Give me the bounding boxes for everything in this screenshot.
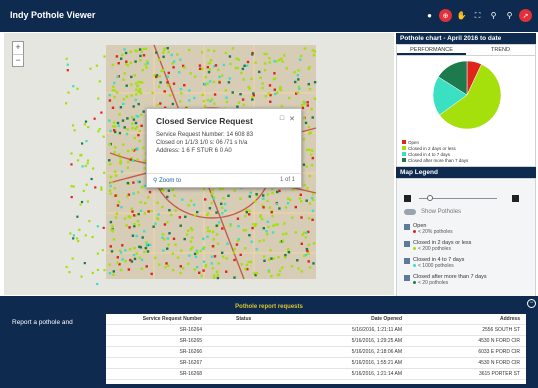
dock-icon[interactable]: □ [280,115,284,123]
light-basemap-icon[interactable] [404,195,411,202]
marker-dot [413,247,416,250]
column-header[interactable]: Status [206,314,286,324]
table-cell: 5/16/2016, 2:18:06 AM [351,349,402,355]
legend-label: Closed in 4 to 7 days [408,151,451,157]
legend-item-sub: < 20 potholes [418,280,449,286]
toolbar: ● ⊕ ✋ ⛶ ⚲ ⚲ ↗ [423,9,532,22]
report-pothole-text[interactable]: Report a pothole and [12,318,90,327]
table-cell: SR-16267 [179,360,202,366]
bottom-panel: − Pothole report requests Report a potho… [0,296,538,388]
table-cell [206,369,286,379]
table-row[interactable]: SR-16266 5/16/2016, 2:18:06 AM 6033 E PO… [106,347,526,358]
feature-popup: Closed Service Request □ ✕ Service Reque… [146,108,302,188]
checkbox[interactable] [404,224,410,230]
legend-label: Closed after more than 7 days [408,157,469,163]
table-row[interactable]: SR-16267 5/16/2016, 1:55:21 AM 4530 N FO… [106,358,526,369]
popup-line: Service Request Number: 14 608 83 [156,132,254,138]
table-row[interactable]: SR-16268 5/16/2016, 1:21:14 AM 3615 PORT… [106,369,526,380]
table-header-row: Service Request Number Status Date Opene… [106,314,526,325]
zoom-to-label: Zoom to [159,178,182,184]
table-cell: 4530 N FORD CIR [478,360,520,366]
legend-item-closed-7-plus-days[interactable]: Closed after more than 7 days < 20 potho… [404,274,531,291]
app-header: Indy Pothole Viewer ● ⊕ ✋ ⛶ ⚲ ⚲ ↗ [0,0,538,32]
table-cell: 5/16/2016, 1:21:14 AM [351,371,402,377]
map-legend: Show Potholes Open < 20% potholes Closed… [396,178,536,306]
marker-dot [413,281,416,284]
popup-line: Closed on 1/1/3 1/0 s: 06 /71 s h/a [156,140,248,146]
legend-item-sub: < 1000 potholes [418,263,454,269]
pie-chart [432,60,502,130]
column-header[interactable]: Address [406,314,526,324]
legend-item-open[interactable]: Open < 20% potholes [404,223,531,240]
hand-icon[interactable]: ✋ [455,9,468,22]
legend-header: Map Legend [396,167,536,178]
checkbox[interactable] [404,275,410,281]
marker-dot [413,230,416,233]
legend-swatch [402,140,406,144]
dark-basemap-icon[interactable] [512,195,519,202]
map-view[interactable]: + − Closed Service Request □ ✕ Service R… [4,33,394,295]
legend-label: Closed in 2 days or less [408,145,456,151]
zoom-in-button[interactable]: + [13,42,23,54]
popup-pager: 1 of 1 [279,177,295,183]
marker-dot [413,264,416,267]
table-cell: 5/16/2016, 1:29:25 AM [351,338,402,344]
table-title: Pothole report requests [235,304,303,310]
table-row[interactable]: SR-16264 5/16/2016, 1:21:11 AM 2556 SOUT… [106,325,526,336]
right-panel: Pothole chart - April 2016 to date PERFO… [396,33,536,306]
table-cell: 5/16/2016, 1:21:11 AM [352,327,402,333]
tab-performance[interactable]: PERFORMANCE [397,45,466,55]
zoom-icon[interactable]: ⚲ [503,9,516,22]
fullscreen-icon[interactable]: ⛶ [471,9,484,22]
table-cell [206,325,286,335]
info-icon[interactable]: ● [423,9,436,22]
checkbox[interactable] [404,258,410,264]
legend-label: Open [408,139,420,145]
table-cell: 5/16/2016, 1:55:21 AM [351,360,402,366]
chart-header: Pothole chart - April 2016 to date [396,33,536,44]
zoom-out-button[interactable]: − [13,54,23,66]
table-cell: 6033 E PORD CIR [478,349,520,355]
slider-handle[interactable] [427,195,433,201]
table-cell: 4530 N FORD CIR [478,338,520,344]
zoom-to-link[interactable]: ⚲ Zoom to [153,177,181,184]
close-icon[interactable]: ✕ [289,115,295,123]
table-cell [206,347,286,357]
table-cell [206,336,286,346]
column-header[interactable]: Service Request Number [106,314,206,324]
locate-icon[interactable]: ⊕ [439,9,452,22]
table-cell: 3615 PORTER ST [478,371,520,377]
table-cell: SR-16266 [179,349,202,355]
legend-swatch [402,158,406,162]
app-title: Indy Pothole Viewer [10,10,96,20]
legend-swatch [402,152,406,156]
chart-box: PERFORMANCE TREND Open Closed in 2 days … [396,44,536,167]
table-row[interactable]: SR-16265 5/16/2016, 1:29:25 AM 4530 N FO… [106,336,526,347]
table-cell: 2556 SOUTH ST [482,327,520,333]
legend-item-sub: < 200 potholes [418,246,451,252]
search-icon[interactable]: ⚲ [487,9,500,22]
legend-swatch [402,146,406,150]
checkbox[interactable] [404,241,410,247]
legend-item-closed-2-days[interactable]: Closed in 2 days or less < 200 potholes [404,240,531,257]
table-cell: SR-16268 [179,371,202,377]
requests-table: Service Request Number Status Date Opene… [106,314,526,384]
table-cell: SR-16264 [179,327,202,333]
table-cell [206,358,286,368]
popup-line: Address: 1 6 F STUR 6 0 A0 [156,148,232,154]
tab-trend[interactable]: TREND [466,45,535,55]
chart-legend: Open Closed in 2 days or less Closed in … [402,139,468,163]
legend-item-sub: < 20% potholes [418,229,453,235]
popup-body: Service Request Number: 14 608 83 Closed… [156,131,295,155]
zoom-control: + − [12,41,24,67]
legend-item-closed-4-7-days[interactable]: Closed in 4 to 7 days < 1000 potholes [404,257,531,274]
show-potholes-label: Show Potholes [421,209,462,215]
table-cell: SR-16265 [179,338,202,344]
show-potholes-toggle[interactable] [404,209,416,215]
chart-icon[interactable]: ↗ [519,9,532,22]
column-header[interactable]: Date Opened [286,314,406,324]
chart-legend-item: Closed after more than 7 days [402,157,468,163]
popup-title: Closed Service Request [156,116,253,126]
